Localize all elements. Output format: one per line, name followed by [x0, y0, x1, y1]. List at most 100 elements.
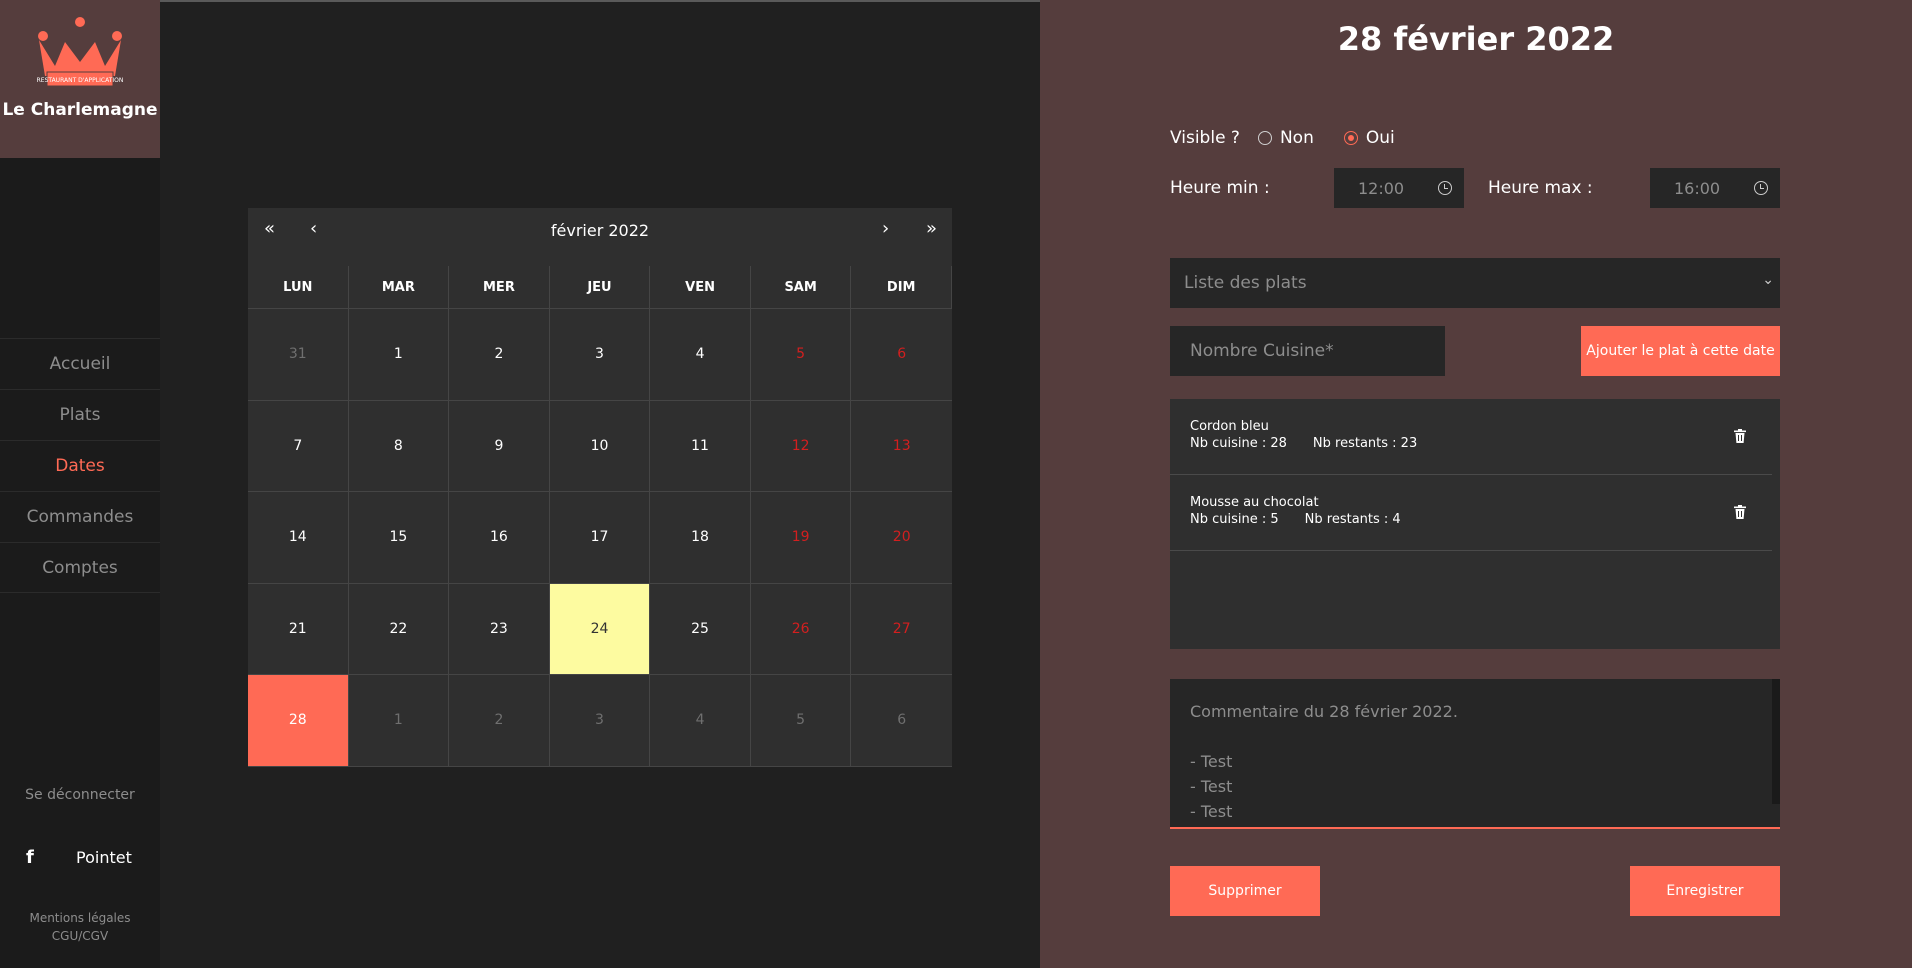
comment-textarea[interactable]: Commentaire du 28 février 2022. - Test -…	[1170, 679, 1780, 829]
add-dish-button[interactable]: Ajouter le plat à cette date	[1581, 326, 1780, 376]
calendar-month-title[interactable]: février 2022	[248, 221, 952, 240]
calendar-day[interactable]: 18	[650, 492, 751, 584]
calendar-day[interactable]: 9	[449, 400, 550, 492]
calendar-prev-button[interactable]: ‹	[310, 218, 317, 239]
save-button[interactable]: Enregistrer	[1630, 866, 1780, 916]
legal-links: Mentions légales CGU/CGV	[0, 909, 160, 945]
calendar-day[interactable]: 19	[750, 492, 852, 584]
dish-select[interactable]: Liste des plats ⌄	[1170, 258, 1780, 308]
sidebar: RESTAURANT D'APPLICATION Le Charlemagne …	[0, 0, 160, 968]
calendar-day[interactable]: 20	[851, 492, 952, 584]
calendar-day[interactable]: 17	[549, 492, 651, 584]
calendar-day[interactable]: 27	[851, 584, 952, 675]
logo-banner: RESTAURANT D'APPLICATION	[37, 77, 124, 84]
brand[interactable]: RESTAURANT D'APPLICATION Le Charlemagne	[0, 0, 160, 158]
weekday-header: JEU	[549, 266, 651, 309]
calendar-day[interactable]: 25	[650, 583, 751, 675]
comment-line: - Test	[1190, 802, 1233, 821]
legal-mentions-link[interactable]: Mentions légales	[0, 909, 160, 927]
calendar-next-button[interactable]: ›	[882, 218, 889, 239]
calendar-day[interactable]: 2	[449, 309, 550, 401]
trash-icon[interactable]	[1734, 429, 1746, 443]
radio-oui-label[interactable]: Oui	[1366, 128, 1395, 148]
facebook-icon[interactable]: f	[26, 847, 38, 868]
nav-item-commandes[interactable]: Commandes	[0, 491, 160, 542]
calendar-day[interactable]: 12	[750, 400, 852, 492]
calendar-day[interactable]: 4	[650, 675, 751, 767]
calendar-day[interactable]: 3	[549, 309, 651, 401]
calendar-day[interactable]: 21	[248, 583, 349, 675]
calendar-day[interactable]: 10	[549, 400, 651, 492]
calendar-day[interactable]: 3	[549, 675, 651, 767]
calendar-grid: LUN MAR MER JEU VEN SAM DIM 31 1 2 3 4 5 6 7 8 9 10 11 12 13…	[248, 266, 952, 767]
weekday-header: MAR	[348, 266, 450, 309]
calendar-day[interactable]: 24	[549, 583, 651, 675]
heure-min-input[interactable]: 12:00	[1334, 168, 1464, 208]
calendar-day[interactable]: 6	[851, 675, 952, 767]
dish-cuisine-count: Nb cuisine : 28	[1190, 436, 1287, 451]
weekday-header: SAM	[750, 266, 852, 309]
radio-non[interactable]	[1257, 131, 1272, 145]
heure-max-label: Heure max :	[1488, 178, 1593, 198]
clock-icon[interactable]	[1438, 181, 1452, 195]
calendar-day[interactable]: 11	[650, 400, 751, 492]
social-link[interactable]: f Pointet	[26, 847, 132, 868]
heure-max-value: 16:00	[1674, 178, 1721, 198]
cuisine-count-input[interactable]: Nombre Cuisine*	[1170, 326, 1445, 376]
calendar-last-button[interactable]: »	[926, 218, 937, 239]
clock-icon[interactable]	[1754, 181, 1768, 195]
nav-item-plats[interactable]: Plats	[0, 389, 160, 440]
calendar-day[interactable]: 14	[248, 492, 349, 584]
calendar-day[interactable]: 28	[248, 675, 349, 767]
calendar-day[interactable]: 15	[348, 492, 450, 584]
comment-scrollbar[interactable]	[1772, 679, 1780, 804]
trash-icon[interactable]	[1734, 505, 1746, 519]
calendar-day[interactable]: 13	[851, 401, 952, 492]
calendar-day[interactable]: 4	[650, 309, 751, 401]
calendar-day[interactable]: 8	[348, 400, 450, 492]
dish-name: Mousse au chocolat	[1190, 495, 1319, 510]
nav-item-dates[interactable]: Dates	[0, 440, 160, 491]
delete-button[interactable]: Supprimer	[1170, 866, 1320, 916]
panel-title: 28 février 2022	[1337, 20, 1615, 58]
logout-link[interactable]: Se déconnecter	[0, 787, 160, 803]
comment-line: - Test	[1190, 777, 1233, 796]
calendar-day[interactable]: 26	[750, 583, 852, 675]
comment-line	[1190, 724, 1760, 749]
legal-cgu-link[interactable]: CGU/CGV	[0, 927, 160, 945]
dish-select-placeholder: Liste des plats	[1184, 273, 1307, 293]
heure-min-label: Heure min :	[1170, 178, 1270, 198]
nav-item-accueil[interactable]: Accueil	[0, 338, 160, 389]
list-item: Mousse au chocolat Nb cuisine : 5 Nb res…	[1170, 475, 1772, 551]
radio-non-label[interactable]: Non	[1280, 128, 1314, 148]
calendar-day[interactable]: 5	[750, 675, 852, 767]
calendar-day[interactable]: 31	[248, 309, 349, 401]
calendar-first-button[interactable]: «	[264, 218, 275, 239]
heure-max-input[interactable]: 16:00	[1650, 168, 1780, 208]
calendar-day[interactable]: 6	[851, 309, 952, 401]
brand-name: Le Charlemagne	[2, 100, 158, 120]
weekday-header: LUN	[248, 266, 349, 309]
date-detail-panel: 28 février 2022 Visible ? Non Oui Heure …	[1040, 0, 1912, 968]
list-item: Cordon bleu Nb cuisine : 28 Nb restants …	[1170, 399, 1772, 475]
dish-remaining-count: Nb restants : 23	[1312, 436, 1418, 451]
dish-remaining-count: Nb restants : 4	[1304, 512, 1401, 527]
visible-label: Visible ?	[1170, 128, 1240, 148]
calendar-day[interactable]: 22	[348, 583, 450, 675]
chevron-down-icon: ⌄	[1762, 272, 1774, 288]
social-label[interactable]: Pointet	[76, 848, 132, 867]
comment-line: - Test	[1190, 752, 1233, 771]
calendar-header: « ‹ février 2022 › »	[248, 208, 952, 252]
calendar-day[interactable]: 23	[449, 583, 550, 675]
heure-min-value: 12:00	[1358, 178, 1405, 198]
radio-oui[interactable]	[1343, 131, 1358, 145]
dish-list: Cordon bleu Nb cuisine : 28 Nb restants …	[1170, 399, 1780, 649]
nav-item-comptes[interactable]: Comptes	[0, 542, 160, 593]
calendar-day[interactable]: 16	[449, 492, 550, 584]
calendar-day[interactable]: 5	[750, 309, 852, 401]
weekday-header: DIM	[851, 266, 952, 309]
calendar-day[interactable]: 1	[348, 309, 450, 401]
calendar-day[interactable]: 2	[449, 675, 550, 767]
calendar-day[interactable]: 7	[248, 400, 349, 492]
calendar-day[interactable]: 1	[348, 675, 450, 767]
